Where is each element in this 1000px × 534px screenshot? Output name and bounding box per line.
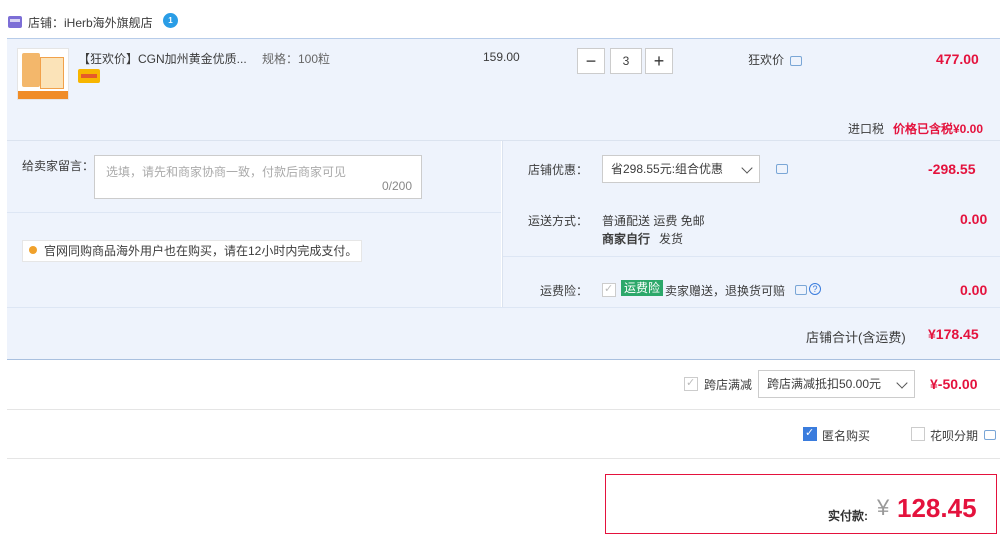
shipping-provider: 商家自行 — [602, 232, 651, 246]
anonymous-label[interactable]: 匿名购买 — [822, 427, 870, 444]
qty-input[interactable]: 3 — [610, 48, 642, 74]
store-header: 店铺：iHerb海外旗舰店 1 — [0, 0, 1000, 38]
comment-icon[interactable] — [795, 285, 807, 295]
cross-store-selected: 跨店满减抵扣50.00元 — [767, 377, 882, 391]
message-label: 给卖家留言： — [22, 159, 95, 173]
store-name[interactable]: 店铺：iHerb海外旗舰店 — [28, 14, 153, 31]
unit-price: 159.00 — [483, 50, 520, 64]
divider — [503, 256, 1000, 257]
insurance-label: 运费险： — [540, 284, 589, 298]
shipping-value: 0.00 — [960, 211, 988, 227]
message-counter: 0/200 — [381, 179, 412, 193]
item-spec: 规格：100粒 — [262, 52, 331, 66]
tip-text: 官网同购商品海外用户也在购买，请在12小时内完成支付。 — [44, 244, 358, 258]
divider — [502, 141, 503, 307]
bulb-icon — [29, 246, 37, 254]
installment-checkbox[interactable] — [911, 427, 925, 441]
cross-store-value: ¥-50.00 — [930, 376, 978, 392]
tax-label: 进口税 — [848, 122, 885, 136]
shipping-label: 运送方式： — [528, 214, 589, 228]
insurance-checkbox[interactable] — [602, 282, 616, 297]
tax-value: 价格已含税¥0.00 — [893, 122, 984, 136]
payable-amount: 128.45 — [897, 493, 977, 523]
payable-currency: ¥ — [877, 495, 890, 520]
insurance-value: 0.00 — [960, 282, 988, 298]
cross-store-checkbox[interactable] — [684, 376, 698, 391]
shop-discount-label: 店铺优惠： — [528, 163, 589, 177]
store-total-label: 店铺合计(含运费) — [806, 330, 906, 345]
payable-box: 实付款: ¥ 128.45 — [605, 474, 997, 534]
chevron-down-icon — [896, 377, 908, 389]
payable-label: 实付款: — [828, 509, 868, 523]
shipping-dispatch: 发货 — [659, 232, 684, 246]
cross-store-label: 跨店满减 — [704, 378, 753, 392]
shop-discount-value: -298.55 — [928, 161, 976, 177]
shop-icon — [8, 16, 22, 28]
cross-store-select[interactable]: 跨店满减抵扣50.00元 — [758, 370, 915, 398]
chevron-down-icon — [741, 162, 753, 174]
comment-icon[interactable] — [984, 430, 996, 440]
qty-plus-button[interactable]: + — [645, 48, 673, 74]
item-title[interactable]: 【狂欢价】CGN加州黄金优质... — [78, 50, 247, 67]
message-input[interactable]: 选填，请先和商家协商一致，付款后商家可见 0/200 — [94, 155, 422, 199]
comment-icon[interactable] — [776, 164, 788, 174]
promo-label: 狂欢价 — [748, 53, 785, 67]
installment-label[interactable]: 花呗分期 — [930, 427, 978, 444]
card-icon — [78, 69, 100, 83]
anonymous-checkbox[interactable] — [803, 426, 817, 441]
divider — [7, 409, 1000, 410]
insurance-text: 卖家赠送，退换货可赔 — [665, 284, 786, 298]
wangwang-chat-icon[interactable]: 1 — [163, 13, 178, 28]
payment-tip: 官网同购商品海外用户也在购买，请在12小时内完成支付。 — [22, 240, 362, 262]
insurance-tag: 运费险 — [621, 280, 664, 296]
shop-discount-selected: 省298.55元:组合优惠 — [611, 162, 724, 176]
divider — [7, 458, 1000, 459]
item-subtotal: 477.00 — [936, 51, 979, 67]
divider — [7, 359, 1000, 360]
product-thumbnail[interactable] — [17, 48, 69, 100]
shop-discount-select[interactable]: 省298.55元:组合优惠 — [602, 155, 760, 183]
shipping-method: 普通配送 运费 免邮 — [602, 214, 705, 228]
qty-minus-button[interactable]: − — [577, 48, 605, 74]
store-total-value: ¥178.45 — [928, 326, 979, 342]
comment-icon[interactable] — [790, 56, 802, 66]
message-placeholder: 选填，请先和商家协商一致，付款后商家可见 — [106, 165, 347, 179]
help-icon[interactable]: ? — [809, 283, 821, 295]
